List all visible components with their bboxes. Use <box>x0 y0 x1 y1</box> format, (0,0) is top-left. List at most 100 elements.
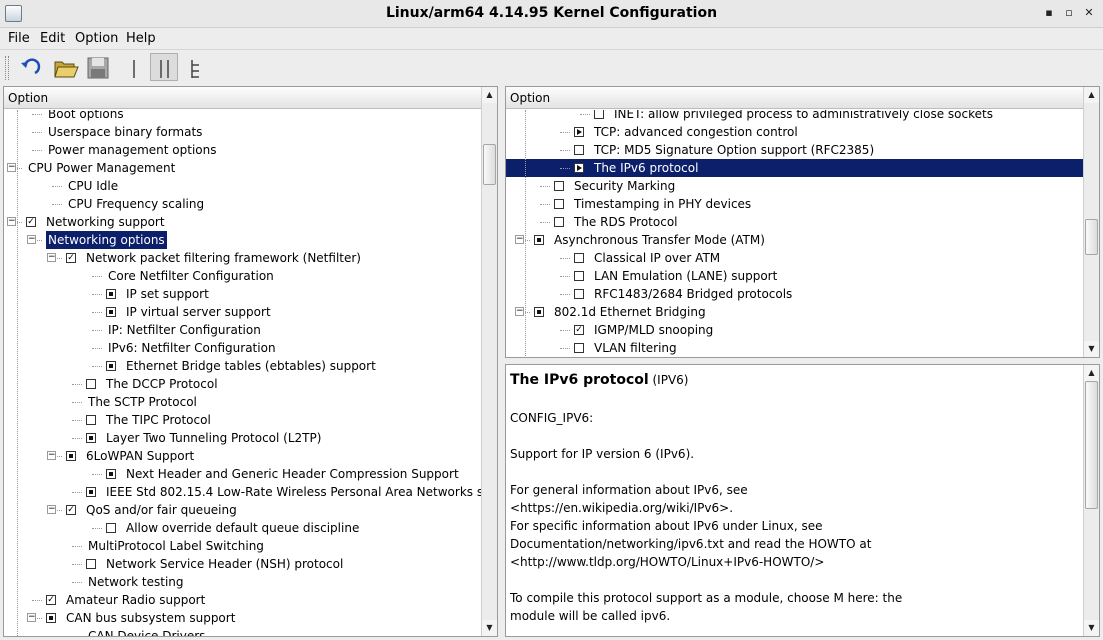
maximize-button[interactable]: ▫ <box>1062 6 1076 20</box>
close-button[interactable]: ✕ <box>1082 6 1096 20</box>
tree-row[interactable]: Layer Two Tunneling Protocol (L2TP) <box>4 429 481 447</box>
column-header-option-right[interactable]: Option <box>506 87 1083 109</box>
tree-row[interactable]: − Asynchronous Transfer Mode (ATM) <box>506 231 1083 249</box>
tree-row[interactable]: − ✓ Networking support <box>4 213 481 231</box>
collapse-toggle-icon[interactable]: − <box>27 235 36 244</box>
checkbox-module[interactable] <box>534 235 544 245</box>
left-scrollbar[interactable]: ▲ ▼ <box>481 87 497 636</box>
menu-help[interactable]: Help <box>126 31 156 46</box>
config-tree[interactable]: Boot options Userspace binary formats Powe… <box>4 110 481 636</box>
menu-edit[interactable]: Edit <box>40 31 65 46</box>
tree-row[interactable]: RFC1483/2684 Bridged protocols <box>506 285 1083 303</box>
menu-file[interactable]: File <box>8 31 30 46</box>
scroll-up-arrow[interactable]: ▲ <box>1084 87 1099 103</box>
scroll-down-arrow[interactable]: ▼ <box>1084 620 1099 636</box>
checkbox-checked[interactable]: ✓ <box>574 325 584 335</box>
tree-row[interactable]: − 6LoWPAN Support <box>4 447 481 465</box>
collapse-toggle-icon[interactable]: − <box>7 163 16 172</box>
checkbox-unchecked[interactable] <box>594 110 604 119</box>
collapse-toggle-icon[interactable]: − <box>515 307 524 316</box>
menu-option[interactable]: Option <box>75 31 118 46</box>
checkbox-unchecked[interactable] <box>86 559 96 569</box>
checkbox-unchecked[interactable] <box>86 379 96 389</box>
checkbox-unchecked[interactable] <box>574 271 584 281</box>
checkbox-module[interactable] <box>86 433 96 443</box>
scroll-up-arrow[interactable]: ▲ <box>1084 365 1099 381</box>
tree-row[interactable]: IP: Netfilter Configuration <box>4 321 481 339</box>
checkbox-unchecked[interactable] <box>86 415 96 425</box>
checkbox-unchecked[interactable] <box>554 181 564 191</box>
scroll-down-arrow[interactable]: ▼ <box>482 620 497 636</box>
toolbar-grip[interactable] <box>5 56 9 80</box>
checkbox-unchecked[interactable] <box>574 145 584 155</box>
checkbox-module[interactable] <box>106 307 116 317</box>
scroll-thumb[interactable] <box>1085 381 1098 509</box>
checkbox-unchecked[interactable] <box>574 253 584 263</box>
tree-row[interactable]: ✓ Amateur Radio support <box>4 591 481 609</box>
collapse-toggle-icon[interactable]: − <box>515 235 524 244</box>
tree-row[interactable]: IP virtual server support <box>4 303 481 321</box>
tree-row[interactable]: − CPU Power Management <box>4 159 481 177</box>
checkbox-tristate[interactable] <box>574 163 584 173</box>
tree-row[interactable]: VLAN filtering <box>506 339 1083 357</box>
tree-row[interactable]: Network Service Header (NSH) protocol <box>4 555 481 573</box>
tree-row[interactable]: LAN Emulation (LANE) support <box>506 267 1083 285</box>
tree-row[interactable]: Boot options <box>4 110 481 123</box>
tree-row[interactable]: Core Netfilter Configuration <box>4 267 481 285</box>
right-scrollbar[interactable]: ▲ ▼ <box>1083 87 1099 357</box>
checkbox-module[interactable] <box>46 613 56 623</box>
tree-row[interactable]: The IPv6 protocol <box>506 159 1083 177</box>
tree-row[interactable]: Security Marking <box>506 177 1083 195</box>
full-view-button[interactable] <box>181 53 209 81</box>
back-button[interactable] <box>15 53 43 81</box>
tree-row[interactable]: − CAN bus subsystem support <box>4 609 481 627</box>
checkbox-module[interactable] <box>534 307 544 317</box>
tree-row[interactable]: Classical IP over ATM <box>506 249 1083 267</box>
tree-row[interactable]: IP set support <box>4 285 481 303</box>
checkbox-unchecked[interactable] <box>106 523 116 533</box>
tree-row[interactable]: ✓ IGMP/MLD snooping <box>506 321 1083 339</box>
tree-row[interactable]: MultiProtocol Label Switching <box>4 537 481 555</box>
tree-row[interactable]: CAN Device Drivers <box>4 627 481 636</box>
tree-row[interactable]: Timestamping in PHY devices <box>506 195 1083 213</box>
checkbox-module[interactable] <box>106 289 116 299</box>
tree-row[interactable]: The TIPC Protocol <box>4 411 481 429</box>
tree-row[interactable]: − ✓ QoS and/or fair queueing <box>4 501 481 519</box>
tree-row[interactable]: − ✓ Network packet filtering framework (Ne… <box>4 249 481 267</box>
tree-row[interactable]: Power management options <box>4 141 481 159</box>
checkbox-tristate[interactable] <box>574 127 584 137</box>
config-tree-pane[interactable]: Option Boot options Userspace binary form… <box>3 86 498 637</box>
checkbox-module[interactable] <box>106 361 116 371</box>
tree-row[interactable]: Allow override default queue discipline <box>4 519 481 537</box>
checkbox-unchecked[interactable] <box>554 217 564 227</box>
collapse-toggle-icon[interactable]: − <box>27 613 36 622</box>
tree-row[interactable]: Userspace binary formats <box>4 123 481 141</box>
tree-row[interactable]: Network testing <box>4 573 481 591</box>
config-list[interactable]: INET: allow privileged process to admini… <box>506 110 1083 357</box>
config-list-pane[interactable]: Option INET: allow privileged process to… <box>505 86 1100 358</box>
checkbox-checked[interactable]: ✓ <box>26 217 36 227</box>
collapse-toggle-icon[interactable]: − <box>47 253 56 262</box>
single-view-button[interactable] <box>119 53 147 81</box>
tree-row[interactable]: TCP: advanced congestion control <box>506 123 1083 141</box>
tree-row[interactable]: TCP: MD5 Signature Option support (RFC23… <box>506 141 1083 159</box>
checkbox-unchecked[interactable] <box>574 289 584 299</box>
scroll-up-arrow[interactable]: ▲ <box>482 87 497 103</box>
collapse-toggle-icon[interactable]: − <box>7 217 16 226</box>
tree-row[interactable]: CPU Frequency scaling <box>4 195 481 213</box>
tree-row[interactable]: − 802.1d Ethernet Bridging <box>506 303 1083 321</box>
scroll-down-arrow[interactable]: ▼ <box>1084 341 1099 357</box>
tree-row[interactable]: INET: allow privileged process to admini… <box>506 110 1083 123</box>
scroll-thumb[interactable] <box>483 144 496 185</box>
tree-row[interactable]: − Networking options <box>4 231 481 249</box>
tree-row[interactable]: The SCTP Protocol <box>4 393 481 411</box>
checkbox-module[interactable] <box>106 469 116 479</box>
tree-row[interactable]: The RDS Protocol <box>506 213 1083 231</box>
checkbox-unchecked[interactable] <box>554 199 564 209</box>
save-button[interactable] <box>83 53 111 81</box>
split-view-button[interactable] <box>150 53 178 81</box>
tree-row[interactable]: IPv6: Netfilter Configuration <box>4 339 481 357</box>
collapse-toggle-icon[interactable]: − <box>47 451 56 460</box>
collapse-toggle-icon[interactable]: − <box>47 505 56 514</box>
minimize-button[interactable]: ▪ <box>1042 6 1056 20</box>
